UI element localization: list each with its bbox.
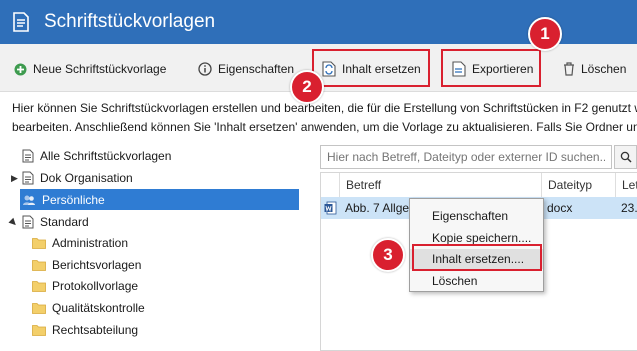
tree-item-all[interactable]: Alle Schriftstückvorlagen [22,145,171,166]
tree-label-dok: Dok Organisation [40,170,133,185]
user-group-icon [23,195,35,205]
step-badge-2: 2 [290,70,324,104]
column-header-dateityp[interactable]: Dateityp [541,173,615,197]
search-icon [620,151,632,163]
search-input[interactable] [320,145,612,169]
plus-circle-icon [14,63,27,75]
document-icon [13,12,29,32]
folder-icon [32,280,46,292]
folder-label: Qualitätskontrolle [52,300,145,315]
tree-item-personal[interactable]: Persönliche [20,189,299,210]
tree-label-all: Alle Schriftstückvorlagen [40,148,172,163]
document-icon [22,149,34,162]
column-header-betreff[interactable]: Betreff [339,173,541,197]
window-title: Schriftstückvorlagen [44,11,216,32]
template-tree: Alle Schriftstückvorlagen ▶ Dok Organisa… [0,143,307,351]
folder-label: Administration [52,235,129,250]
properties-label: Eigenschaften [218,62,295,76]
tree-item-standard[interactable]: Standard [22,211,89,232]
step-badge-1: 1 [528,17,562,51]
menu-item-properties[interactable]: Eigenschaften [410,206,543,226]
tree-label-standard: Standard [40,214,89,229]
search-button[interactable] [614,145,637,169]
delete-button[interactable]: Löschen [563,55,626,83]
properties-button[interactable]: Eigenschaften [198,55,294,83]
tree-label-personal: Persönliche [42,192,105,207]
menu-replace-highlight [412,244,542,271]
new-template-label: Neue Schriftstückvorlage [33,62,167,76]
new-template-button[interactable]: Neue Schriftstückvorlage [14,55,166,83]
caret-right-icon[interactable]: ▶ [11,173,18,184]
folder-label: Protokollvorlage [52,278,139,293]
folder-icon [32,259,46,271]
column-header-last[interactable]: Let [615,173,637,197]
description-line-1: Hier können Sie Schriftstückvorlagen ers… [12,101,637,115]
folder-icon [32,302,46,314]
info-icon [198,62,212,76]
document-icon [22,171,34,184]
replace-content-highlight [312,49,430,87]
export-highlight [441,49,541,87]
caret-down-icon[interactable]: ▶ [7,216,20,229]
delete-label: Löschen [581,62,627,76]
folder-icon [32,237,46,249]
menu-item-delete[interactable]: Löschen [410,271,543,291]
word-document-icon [324,201,337,215]
document-icon [22,215,34,228]
tree-item-folder[interactable]: Administration [32,232,128,253]
folder-icon [32,324,46,336]
tree-item-folder[interactable]: Qualitätskontrolle [32,297,145,318]
folder-label: Berichtsvorlagen [52,257,142,272]
step-badge-3: 3 [371,238,405,272]
tree-item-folder[interactable]: Berichtsvorlagen [32,254,141,275]
description-text: Hier können Sie Schriftstückvorlagen ers… [12,99,637,137]
tree-item-folder[interactable]: Rechtsabteilung [32,319,138,340]
tree-item-folder[interactable]: Protokollvorlage [32,275,138,296]
tree-item-dok-organisation[interactable]: Dok Organisation [22,167,133,188]
description-line-2: bearbeiten. Anschließend können Sie 'Inh… [12,120,637,134]
trash-icon [564,62,574,76]
cell-last: 23. [621,201,637,215]
cell-dateityp: docx [547,201,573,215]
folder-label: Rechtsabteilung [52,322,139,337]
